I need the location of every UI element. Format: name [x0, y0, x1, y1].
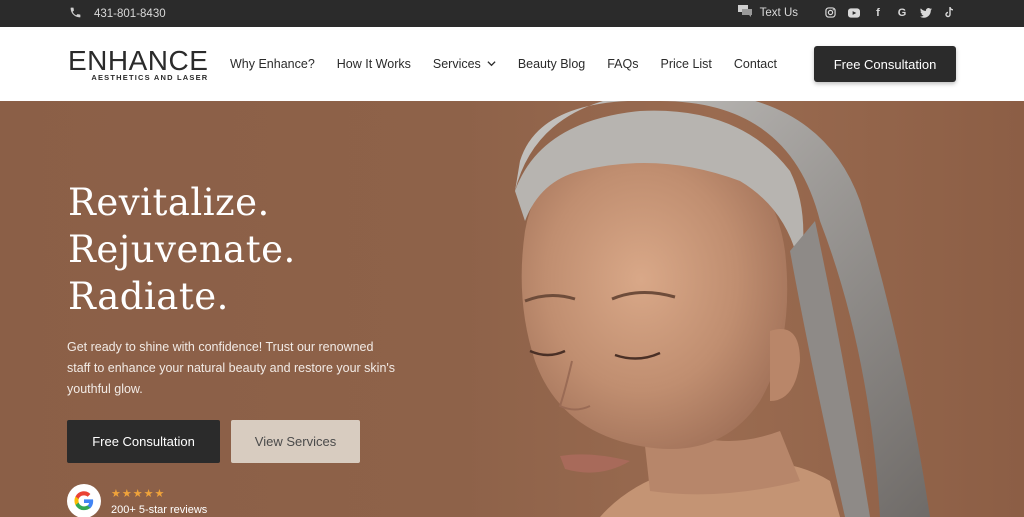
logo[interactable]: ENHANCE AESTHETICS AND LASER [68, 45, 209, 83]
hero-headline: Revitalize. Rejuvenate. Radiate. [68, 179, 296, 320]
nav-label: Beauty Blog [517, 57, 586, 71]
chat-icon [737, 5, 752, 20]
nav-services[interactable]: Services [433, 57, 496, 71]
top-bar: 431-801-8430 Text Us f G [0, 0, 1024, 27]
hero-section: Revitalize. Rejuvenate. Radiate. Get rea… [0, 101, 1024, 517]
main-nav: Why Enhance? How It Works Services Beaut… [230, 57, 777, 71]
nav-faqs[interactable]: FAQs [607, 57, 638, 71]
headline-line-3: Radiate. [68, 275, 229, 318]
headline-line-1: Revitalize. [68, 181, 270, 224]
nav-label: How It Works [336, 57, 411, 71]
phone-link[interactable]: 431-801-8430 [69, 6, 166, 22]
nav-beauty-blog[interactable]: Beauty Blog [518, 57, 585, 71]
google-logo-icon [67, 484, 101, 517]
hero-subtext: Get ready to shine with confidence! Trus… [67, 340, 396, 396]
site-header: ENHANCE AESTHETICS AND LASER Why Enhance… [0, 27, 1024, 101]
text-us-link[interactable]: Text Us [737, 5, 798, 20]
text-us-label: Text Us [759, 6, 798, 19]
nav-label: FAQs [607, 57, 639, 71]
google-icon[interactable]: G [896, 7, 908, 19]
logo-wordmark: ENHANCE [68, 45, 209, 76]
nav-contact[interactable]: Contact [734, 57, 777, 71]
youtube-icon[interactable] [848, 7, 860, 19]
nav-label: Services [432, 57, 481, 71]
nav-label: Price List [660, 57, 712, 71]
tiktok-icon[interactable] [944, 7, 956, 19]
free-consultation-button[interactable]: Free Consultation [67, 420, 220, 463]
reviews-count: 200+ 5-star reviews [111, 503, 208, 516]
twitter-icon[interactable] [920, 7, 932, 19]
phone-number: 431-801-8430 [94, 8, 166, 20]
nav-why-enhance[interactable]: Why Enhance? [230, 57, 315, 71]
nav-label: Contact [733, 57, 777, 71]
chevron-down-icon [487, 57, 496, 71]
phone-icon [69, 6, 82, 22]
headline-line-2: Rejuvenate. [68, 228, 296, 271]
nav-price-list[interactable]: Price List [661, 57, 712, 71]
view-services-button[interactable]: View Services [231, 420, 360, 463]
facebook-icon[interactable]: f [872, 7, 884, 19]
free-consultation-header-button[interactable]: Free Consultation [814, 46, 956, 82]
instagram-icon[interactable] [824, 7, 836, 19]
nav-how-it-works[interactable]: How It Works [337, 57, 411, 71]
google-reviews-badge[interactable]: ★★★★★ 200+ 5-star reviews [67, 484, 207, 517]
nav-label: Why Enhance? [230, 57, 315, 71]
star-rating: ★★★★★ [111, 487, 166, 500]
